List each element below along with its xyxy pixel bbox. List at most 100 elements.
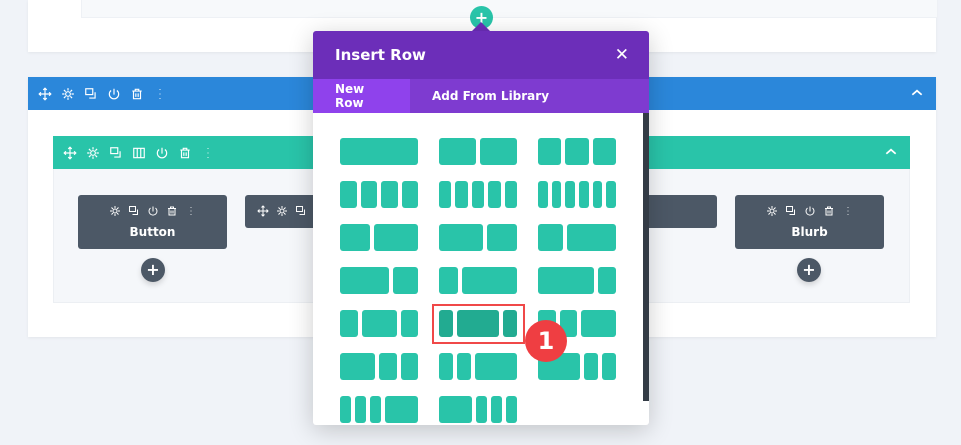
column-block [584, 353, 598, 380]
duplicate-icon[interactable] [785, 205, 797, 217]
gear-icon[interactable] [86, 146, 100, 160]
row-layout-option[interactable] [340, 267, 418, 294]
column-block [597, 267, 616, 294]
row-layout-option[interactable] [340, 310, 418, 337]
column-block [340, 224, 370, 251]
blurb-module[interactable]: Blurb [735, 195, 884, 249]
step-badge: 1 [525, 320, 567, 362]
column-block [400, 310, 418, 337]
column-block [592, 181, 603, 208]
column-block [480, 138, 517, 165]
trash-icon[interactable] [178, 146, 192, 160]
module-label: Blurb [791, 225, 828, 239]
column-block [370, 396, 381, 423]
move-icon[interactable] [38, 87, 52, 101]
power-icon[interactable] [107, 87, 121, 101]
chevron-up-icon[interactable] [910, 86, 924, 100]
column-block [565, 138, 589, 165]
row-layout-option[interactable] [439, 224, 517, 251]
column-block [439, 353, 453, 380]
row-layout-option[interactable] [538, 181, 617, 208]
column-block [400, 353, 418, 380]
row-layout-option[interactable] [538, 138, 616, 165]
gear-icon[interactable] [766, 205, 778, 217]
row-layout-option[interactable] [340, 181, 418, 208]
move-icon[interactable] [257, 205, 269, 217]
column-block [538, 267, 594, 294]
column-block [491, 396, 502, 423]
row-layout-option[interactable] [439, 396, 517, 423]
duplicate-icon[interactable] [295, 205, 307, 217]
move-icon[interactable] [63, 146, 77, 160]
row-layout-option[interactable] [538, 224, 616, 251]
popup-title: Insert Row [335, 46, 426, 64]
highlight-box [432, 304, 525, 344]
row-layout-option[interactable] [340, 224, 418, 251]
column-block [340, 396, 351, 423]
gear-icon[interactable] [61, 87, 75, 101]
layout-list [313, 113, 649, 425]
column-block [439, 396, 472, 423]
column-block [439, 181, 452, 208]
tab-add-from-library[interactable]: Add From Library [410, 79, 571, 113]
column-block [355, 396, 366, 423]
column-block [602, 353, 616, 380]
column-block [488, 181, 501, 208]
trash-icon[interactable] [130, 87, 144, 101]
row-layout-option[interactable] [439, 138, 517, 165]
power-icon[interactable] [155, 146, 169, 160]
button-module[interactable]: Button [78, 195, 227, 249]
power-icon[interactable] [804, 205, 816, 217]
column-block [360, 181, 377, 208]
columns-icon[interactable] [132, 146, 146, 160]
column-block [455, 181, 468, 208]
trash-icon[interactable] [823, 205, 835, 217]
duplicate-icon[interactable] [109, 146, 123, 160]
trash-icon[interactable] [166, 205, 178, 217]
module-label: Button [129, 225, 176, 239]
row-layout-option[interactable] [340, 396, 418, 423]
power-icon[interactable] [147, 205, 159, 217]
more-icon[interactable] [842, 205, 854, 217]
popup-header: Insert Row ✕ [313, 31, 649, 79]
column-block [439, 138, 476, 165]
column-block [475, 353, 517, 380]
duplicate-icon[interactable] [128, 205, 140, 217]
column-block [340, 181, 357, 208]
row-layout-option[interactable] [439, 267, 517, 294]
row-layout-option[interactable] [439, 181, 518, 208]
row-layout-option[interactable] [340, 138, 418, 165]
row-layout-option[interactable] [538, 267, 616, 294]
add-module-button[interactable]: + [141, 258, 165, 282]
column-block [401, 181, 418, 208]
column-block [439, 224, 484, 251]
duplicate-icon[interactable] [84, 87, 98, 101]
gear-icon[interactable] [276, 205, 288, 217]
column-block [565, 181, 576, 208]
column-block [476, 396, 487, 423]
gear-icon[interactable] [109, 205, 121, 217]
column-block [606, 181, 617, 208]
column-block [373, 224, 418, 251]
close-icon[interactable]: ✕ [615, 45, 629, 65]
add-module-button[interactable]: + [797, 258, 821, 282]
column-block [393, 267, 418, 294]
more-icon[interactable] [185, 205, 197, 217]
column-block [381, 181, 398, 208]
column-block [461, 267, 517, 294]
more-icon[interactable] [153, 87, 167, 101]
row-layout-option[interactable] [439, 353, 517, 380]
tab-new-row[interactable]: New Row [313, 79, 410, 113]
column-block [340, 353, 375, 380]
module[interactable] [640, 195, 717, 228]
chevron-up-icon[interactable] [884, 145, 898, 159]
column-block [361, 310, 397, 337]
column-block [592, 138, 616, 165]
row-layout-option[interactable] [340, 353, 418, 380]
column-block [340, 267, 390, 294]
column-block [538, 181, 548, 208]
scrollbar[interactable] [643, 113, 649, 401]
column-block [579, 181, 589, 208]
more-icon[interactable] [201, 146, 215, 160]
column-block [385, 396, 418, 423]
